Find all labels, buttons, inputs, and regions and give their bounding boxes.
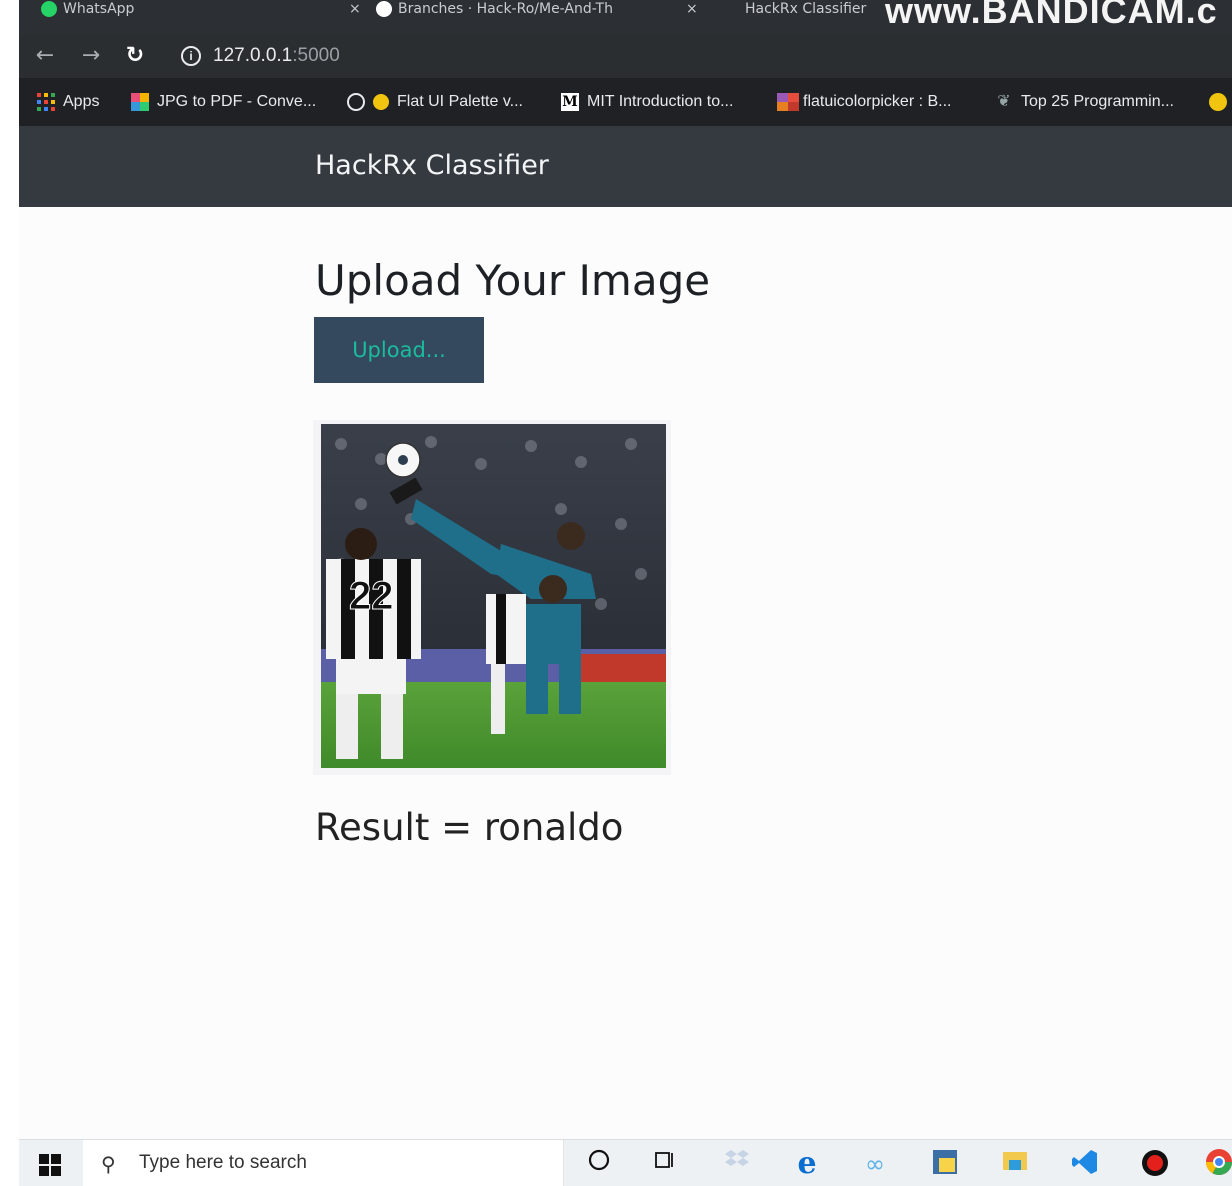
app-navbar: HackRx Classifier [19,126,1232,207]
vscode-icon[interactable] [1069,1148,1101,1180]
edge-browser-icon[interactable]: e [791,1148,823,1180]
url-field[interactable]: i 127.0.0.1:5000 [181,42,340,70]
page-title: Upload Your Image [315,256,711,305]
medium-m-icon: M [561,92,579,111]
bookmark-mit-introduction[interactable]: M MIT Introduction to... [561,90,733,114]
windows-taskbar: ⚲ Type here to search e ∞ [19,1139,1232,1186]
file-explorer-icon[interactable] [999,1148,1031,1180]
color-picker-icon [777,92,799,111]
browser-tab-strip: WhatsApp × Branches · Hack-Ro/Me-And-Th … [19,0,1232,34]
svg-text:22: 22 [349,574,394,618]
bookmarks-bar: Apps JPG to PDF - Conve... Flat UI Palet… [19,78,1232,126]
forward-button[interactable]: → [77,42,105,70]
arduino-icon[interactable]: ∞ [859,1148,891,1180]
bookmark-overflow-icon[interactable] [1209,90,1232,114]
palette-icon [1209,92,1227,111]
python-icon[interactable] [929,1148,961,1180]
palette-icon [373,93,389,110]
cortana-icon[interactable] [583,1148,615,1180]
globe-icon [347,92,365,111]
colorful-square-icon [131,92,149,111]
bookmark-flat-ui-palette[interactable]: Flat UI Palette v... [347,90,523,114]
result-text: Result = ronaldo [315,806,624,849]
search-icon: ⚲ [101,1152,116,1176]
dropbox-icon[interactable] [721,1148,753,1180]
bookmark-top-25-programming[interactable]: ❦ Top 25 Programmin... [995,90,1174,114]
uploaded-image-frame: 22 [313,420,671,775]
search-placeholder: Type here to search [139,1152,307,1173]
record-icon[interactable] [1139,1148,1171,1180]
bookmark-jpg-to-pdf[interactable]: JPG to PDF - Conve... [131,90,316,114]
reload-button[interactable]: ↻ [121,42,149,70]
tab-hackrx-classifier[interactable]: HackRx Classifier [745,0,885,18]
bookmark-apps[interactable]: Apps [37,90,99,114]
close-tab-icon[interactable]: × [686,0,696,18]
tab-whatsapp[interactable]: WhatsApp × [41,0,361,18]
leaf-icon: ❦ [997,92,1011,110]
back-button[interactable]: ← [31,42,59,70]
chrome-icon[interactable] [1203,1148,1232,1180]
close-tab-icon[interactable]: × [349,0,361,18]
bandicam-watermark: www.BANDICAM.c [885,0,1218,31]
bookmark-flatuicolorpicker[interactable]: flatuicolorpicker : B... [777,90,952,114]
taskbar-search-box[interactable]: ⚲ Type here to search [83,1140,564,1186]
tab-github-branches[interactable]: Branches · Hack-Ro/Me-And-Th × [376,0,696,18]
screen: WhatsApp × Branches · Hack-Ro/Me-And-Th … [19,0,1232,1186]
windows-start-icon[interactable] [39,1154,61,1176]
github-icon [376,1,392,17]
address-bar: ← → ↻ i 127.0.0.1:5000 [19,34,1232,78]
task-view-icon[interactable] [649,1148,681,1180]
uploaded-image: 22 [321,424,666,768]
whatsapp-icon [41,1,57,17]
apps-grid-icon [37,92,55,111]
upload-button[interactable]: Upload... [314,317,484,383]
brand-title[interactable]: HackRx Classifier [315,150,549,181]
info-icon[interactable]: i [181,45,201,66]
